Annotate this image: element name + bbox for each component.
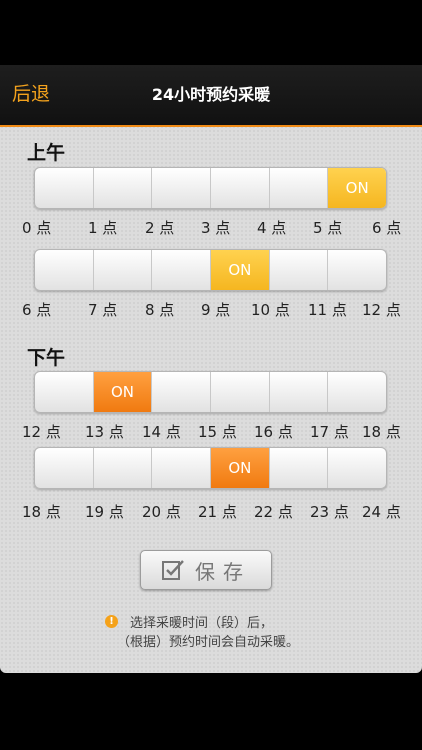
tick-label: 11 点 [308, 301, 347, 319]
save-button[interactable]: 保存 [140, 550, 272, 590]
tick-label: 9 点 [201, 301, 231, 319]
tick-label: 1 点 [88, 219, 118, 237]
tick-label: 6 点 [22, 301, 52, 319]
hour-14-slot[interactable] [151, 372, 210, 412]
hour-6-slot[interactable] [35, 250, 93, 290]
hour-10-slot[interactable] [268, 250, 328, 290]
tick-label: 21 点 [198, 503, 237, 521]
tick-labels-12-18: 12 点 13 点 14 点 15 点 16 点 17 点 18 点 [0, 421, 422, 443]
hour-17-slot[interactable] [327, 372, 386, 412]
hour-1-slot[interactable] [92, 168, 152, 208]
tick-label: 8 点 [145, 301, 175, 319]
tick-label: 20 点 [142, 503, 181, 521]
tick-label: 19 点 [85, 503, 124, 521]
hour-12-slot[interactable] [35, 372, 93, 412]
hour-8-slot[interactable] [151, 250, 210, 290]
screen: 后退 24小时预约采暖 上午 ON 0 点 1 点 2 点 3 点 4 点 5 … [0, 65, 422, 673]
hour-9-slot[interactable]: ON [210, 250, 269, 290]
hour-11-slot[interactable] [327, 250, 386, 290]
schedule-bar-0-6: ON [34, 167, 387, 209]
tick-label: 14 点 [142, 423, 181, 441]
hour-2-slot[interactable] [151, 168, 210, 208]
hour-22-slot[interactable] [268, 448, 328, 488]
tick-label: 2 点 [145, 219, 175, 237]
tick-label: 16 点 [254, 423, 293, 441]
hour-20-slot[interactable] [151, 448, 210, 488]
tick-label: 3 点 [201, 219, 231, 237]
hour-19-slot[interactable] [92, 448, 152, 488]
hour-15-slot[interactable] [210, 372, 269, 412]
tick-label: 22 点 [254, 503, 293, 521]
hint-line-2: （根据）预约时间会自动采暖。 [117, 635, 300, 650]
tick-label: 23 点 [310, 503, 349, 521]
hour-16-slot[interactable] [268, 372, 328, 412]
schedule-bar-18-24: ON [34, 447, 387, 489]
warning-icon: ! [105, 615, 118, 628]
hour-0-slot[interactable] [35, 168, 93, 208]
page-title: 24小时预约采暖 [151, 85, 271, 104]
tick-label: 13 点 [85, 423, 124, 441]
tick-label: 5 点 [313, 219, 343, 237]
tick-label: 12 点 [22, 423, 61, 441]
tick-labels-6-12: 6 点 7 点 8 点 9 点 10 点 11 点 12 点 [0, 299, 422, 321]
tick-label: 18 点 [362, 423, 401, 441]
schedule-bar-6-12: ON [34, 249, 387, 291]
top-bar: 后退 24小时预约采暖 [0, 65, 422, 127]
checkbox-icon [162, 560, 184, 580]
hint-line-1: 选择采暖时间（段）后， [130, 616, 274, 631]
tick-label: 0 点 [22, 219, 52, 237]
tick-labels-18-24: 18 点 19 点 20 点 21 点 22 点 23 点 24 点 [0, 501, 422, 523]
save-label: 保存 [195, 559, 251, 584]
hour-18-slot[interactable] [35, 448, 93, 488]
tick-label: 18 点 [22, 503, 61, 521]
hour-23-slot[interactable] [327, 448, 386, 488]
hour-4-slot[interactable] [268, 168, 328, 208]
hour-5-slot[interactable]: ON [327, 168, 386, 208]
tick-label: 6 点 [372, 219, 402, 237]
afternoon-label: 下午 [27, 347, 66, 369]
tick-label: 17 点 [310, 423, 349, 441]
tick-label: 15 点 [198, 423, 237, 441]
tick-label: 7 点 [88, 301, 118, 319]
hour-21-slot[interactable]: ON [210, 448, 269, 488]
tick-label: 10 点 [251, 301, 290, 319]
hour-3-slot[interactable] [210, 168, 269, 208]
tick-label: 12 点 [362, 301, 401, 319]
morning-label: 上午 [27, 142, 66, 164]
tick-label: 4 点 [257, 219, 287, 237]
tick-labels-0-6: 0 点 1 点 2 点 3 点 4 点 5 点 6 点 [0, 217, 422, 239]
schedule-bar-12-18: ON [34, 371, 387, 413]
tick-label: 24 点 [362, 503, 401, 521]
hour-13-slot[interactable]: ON [92, 372, 152, 412]
hour-7-slot[interactable] [92, 250, 152, 290]
